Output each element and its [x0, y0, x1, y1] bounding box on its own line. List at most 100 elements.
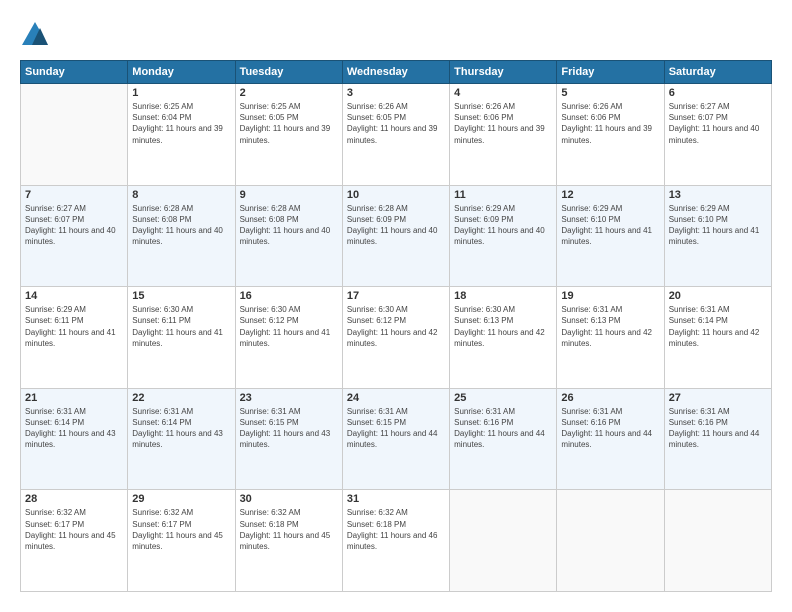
day-number: 21	[25, 392, 123, 404]
day-number: 31	[347, 493, 445, 505]
day-info: Sunrise: 6:30 AMSunset: 6:12 PMDaylight:…	[347, 304, 445, 349]
day-info: Sunrise: 6:31 AMSunset: 6:14 PMDaylight:…	[25, 406, 123, 451]
calendar-cell: 26Sunrise: 6:31 AMSunset: 6:16 PMDayligh…	[557, 388, 664, 490]
day-info: Sunrise: 6:30 AMSunset: 6:12 PMDaylight:…	[240, 304, 338, 349]
day-info: Sunrise: 6:31 AMSunset: 6:13 PMDaylight:…	[561, 304, 659, 349]
calendar-cell: 1 Sunrise: 6:25 AMSunset: 6:04 PMDaylight…	[128, 84, 235, 186]
day-info: Sunrise: 6:29 AMSunset: 6:10 PMDaylight:…	[669, 203, 767, 248]
day-info: Sunrise: 6:32 AMSunset: 6:17 PMDaylight:…	[25, 507, 123, 552]
calendar-cell: 28 Sunrise: 6:32 AMSunset: 6:17 PMDayligh…	[21, 490, 128, 592]
day-info: Sunrise: 6:28 AMSunset: 6:08 PMDaylight:…	[132, 203, 230, 248]
day-number: 9	[240, 189, 338, 201]
calendar-cell: 20Sunrise: 6:31 AMSunset: 6:14 PMDayligh…	[664, 287, 771, 389]
day-info: Sunrise: 6:32 AMSunset: 6:18 PMDaylight:…	[347, 507, 445, 552]
calendar-cell: 22 Sunrise: 6:31 AMSunset: 6:14 PMDayligh…	[128, 388, 235, 490]
calendar-cell: 21 Sunrise: 6:31 AMSunset: 6:14 PMDayligh…	[21, 388, 128, 490]
calendar-cell: 10 Sunrise: 6:28 AMSunset: 6:09 PMDayligh…	[342, 185, 449, 287]
day-info: Sunrise: 6:25 AMSunset: 6:05 PMDaylight:…	[240, 101, 338, 146]
calendar-header-tuesday: Tuesday	[235, 61, 342, 84]
day-info: Sunrise: 6:28 AMSunset: 6:09 PMDaylight:…	[347, 203, 445, 248]
day-number: 19	[561, 290, 659, 302]
logo-icon	[20, 20, 50, 50]
calendar-cell: 24Sunrise: 6:31 AMSunset: 6:15 PMDayligh…	[342, 388, 449, 490]
calendar-cell: 2 Sunrise: 6:25 AMSunset: 6:05 PMDaylight…	[235, 84, 342, 186]
day-number: 14	[25, 290, 123, 302]
day-number: 1	[132, 87, 230, 99]
logo	[20, 20, 54, 50]
day-number: 10	[347, 189, 445, 201]
day-info: Sunrise: 6:31 AMSunset: 6:14 PMDaylight:…	[132, 406, 230, 451]
calendar-cell: 27Sunrise: 6:31 AMSunset: 6:16 PMDayligh…	[664, 388, 771, 490]
calendar-header-row: SundayMondayTuesdayWednesdayThursdayFrid…	[21, 61, 772, 84]
day-number: 22	[132, 392, 230, 404]
day-number: 7	[25, 189, 123, 201]
day-number: 2	[240, 87, 338, 99]
day-number: 25	[454, 392, 552, 404]
calendar-cell: 16 Sunrise: 6:30 AMSunset: 6:12 PMDayligh…	[235, 287, 342, 389]
calendar-cell: 25 Sunrise: 6:31 AMSunset: 6:16 PMDayligh…	[450, 388, 557, 490]
day-number: 20	[669, 290, 767, 302]
day-info: Sunrise: 6:29 AMSunset: 6:11 PMDaylight:…	[25, 304, 123, 349]
calendar-cell: 4 Sunrise: 6:26 AMSunset: 6:06 PMDaylight…	[450, 84, 557, 186]
day-info: Sunrise: 6:31 AMSunset: 6:16 PMDaylight:…	[454, 406, 552, 451]
day-info: Sunrise: 6:27 AMSunset: 6:07 PMDaylight:…	[25, 203, 123, 248]
calendar-week-row: 7 Sunrise: 6:27 AMSunset: 6:07 PMDaylight…	[21, 185, 772, 287]
calendar-table: SundayMondayTuesdayWednesdayThursdayFrid…	[20, 60, 772, 592]
day-number: 23	[240, 392, 338, 404]
day-info: Sunrise: 6:29 AMSunset: 6:10 PMDaylight:…	[561, 203, 659, 248]
calendar-week-row: 21 Sunrise: 6:31 AMSunset: 6:14 PMDayligh…	[21, 388, 772, 490]
day-number: 6	[669, 87, 767, 99]
calendar-cell: 5 Sunrise: 6:26 AMSunset: 6:06 PMDaylight…	[557, 84, 664, 186]
day-info: Sunrise: 6:26 AMSunset: 6:06 PMDaylight:…	[454, 101, 552, 146]
day-info: Sunrise: 6:31 AMSunset: 6:16 PMDaylight:…	[669, 406, 767, 451]
calendar-cell	[450, 490, 557, 592]
day-info: Sunrise: 6:29 AMSunset: 6:09 PMDaylight:…	[454, 203, 552, 248]
day-number: 12	[561, 189, 659, 201]
calendar-cell: 14 Sunrise: 6:29 AMSunset: 6:11 PMDayligh…	[21, 287, 128, 389]
calendar-week-row: 14 Sunrise: 6:29 AMSunset: 6:11 PMDayligh…	[21, 287, 772, 389]
day-info: Sunrise: 6:30 AMSunset: 6:11 PMDaylight:…	[132, 304, 230, 349]
calendar-cell: 30Sunrise: 6:32 AMSunset: 6:18 PMDayligh…	[235, 490, 342, 592]
calendar-cell: 19 Sunrise: 6:31 AMSunset: 6:13 PMDayligh…	[557, 287, 664, 389]
day-number: 11	[454, 189, 552, 201]
day-number: 16	[240, 290, 338, 302]
calendar-cell: 18 Sunrise: 6:30 AMSunset: 6:13 PMDayligh…	[450, 287, 557, 389]
calendar-cell: 6 Sunrise: 6:27 AMSunset: 6:07 PMDaylight…	[664, 84, 771, 186]
calendar-cell: 12 Sunrise: 6:29 AMSunset: 6:10 PMDayligh…	[557, 185, 664, 287]
calendar-cell: 23 Sunrise: 6:31 AMSunset: 6:15 PMDayligh…	[235, 388, 342, 490]
day-number: 5	[561, 87, 659, 99]
day-number: 3	[347, 87, 445, 99]
calendar-cell	[557, 490, 664, 592]
day-info: Sunrise: 6:25 AMSunset: 6:04 PMDaylight:…	[132, 101, 230, 146]
calendar-cell: 8 Sunrise: 6:28 AMSunset: 6:08 PMDaylight…	[128, 185, 235, 287]
day-number: 8	[132, 189, 230, 201]
calendar-cell: 15Sunrise: 6:30 AMSunset: 6:11 PMDayligh…	[128, 287, 235, 389]
day-info: Sunrise: 6:26 AMSunset: 6:06 PMDaylight:…	[561, 101, 659, 146]
calendar-week-row: 1 Sunrise: 6:25 AMSunset: 6:04 PMDaylight…	[21, 84, 772, 186]
calendar-header-monday: Monday	[128, 61, 235, 84]
calendar-header-friday: Friday	[557, 61, 664, 84]
calendar-header-thursday: Thursday	[450, 61, 557, 84]
calendar-cell: 17 Sunrise: 6:30 AMSunset: 6:12 PMDayligh…	[342, 287, 449, 389]
calendar-header-wednesday: Wednesday	[342, 61, 449, 84]
day-info: Sunrise: 6:27 AMSunset: 6:07 PMDaylight:…	[669, 101, 767, 146]
day-info: Sunrise: 6:31 AMSunset: 6:15 PMDaylight:…	[347, 406, 445, 451]
header	[20, 20, 772, 50]
day-info: Sunrise: 6:31 AMSunset: 6:16 PMDaylight:…	[561, 406, 659, 451]
calendar-cell: 29Sunrise: 6:32 AMSunset: 6:17 PMDayligh…	[128, 490, 235, 592]
page: SundayMondayTuesdayWednesdayThursdayFrid…	[0, 0, 792, 612]
calendar-cell: 3 Sunrise: 6:26 AMSunset: 6:05 PMDaylight…	[342, 84, 449, 186]
day-number: 30	[240, 493, 338, 505]
day-info: Sunrise: 6:26 AMSunset: 6:05 PMDaylight:…	[347, 101, 445, 146]
day-number: 18	[454, 290, 552, 302]
calendar-cell: 7 Sunrise: 6:27 AMSunset: 6:07 PMDaylight…	[21, 185, 128, 287]
day-info: Sunrise: 6:30 AMSunset: 6:13 PMDaylight:…	[454, 304, 552, 349]
day-number: 17	[347, 290, 445, 302]
calendar-header-sunday: Sunday	[21, 61, 128, 84]
day-info: Sunrise: 6:31 AMSunset: 6:15 PMDaylight:…	[240, 406, 338, 451]
day-number: 4	[454, 87, 552, 99]
calendar-header-saturday: Saturday	[664, 61, 771, 84]
day-info: Sunrise: 6:28 AMSunset: 6:08 PMDaylight:…	[240, 203, 338, 248]
day-number: 28	[25, 493, 123, 505]
calendar-cell: 13Sunrise: 6:29 AMSunset: 6:10 PMDayligh…	[664, 185, 771, 287]
